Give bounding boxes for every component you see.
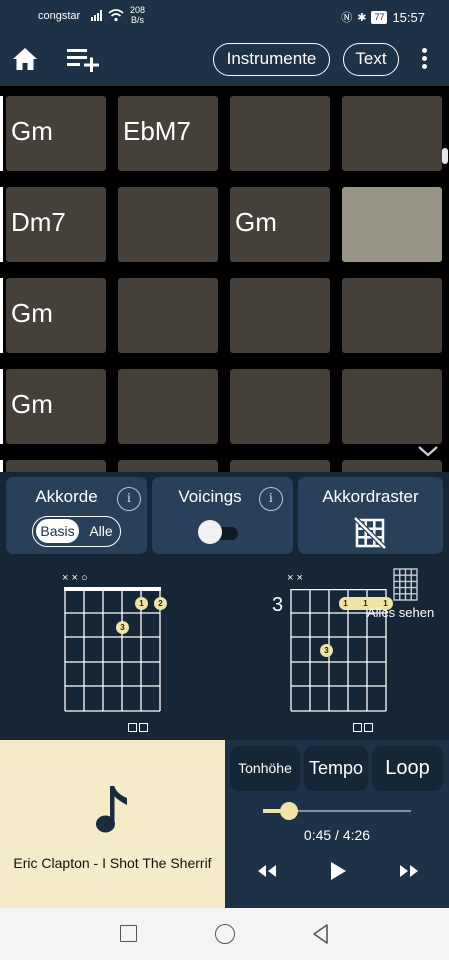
bluetooth-icon: ✱ xyxy=(357,11,367,24)
finger-dot: 1 xyxy=(339,597,352,610)
home-icon[interactable] xyxy=(12,47,38,71)
network-speed: 208 B/s xyxy=(130,5,145,25)
voicing-pager[interactable] xyxy=(128,723,150,735)
tempo-button[interactable]: Tempo xyxy=(304,746,368,791)
row-marker xyxy=(0,187,3,262)
chord-diagrams-panel: × × ○ 1 2 3 × × 3 1 1 1 3 Alles sehen xyxy=(0,560,449,740)
status-bar: congstar 208 B/s Ⓝ ✱ 77 15:57 xyxy=(0,0,449,34)
chord-diagram-left[interactable] xyxy=(63,587,163,713)
voicing-pager[interactable] xyxy=(353,723,375,735)
chord-cell[interactable] xyxy=(342,278,442,353)
signal-icon xyxy=(91,10,102,21)
info-icon[interactable]: i xyxy=(259,487,283,511)
chord-cell[interactable]: Gm xyxy=(6,278,106,353)
chord-cell[interactable]: Gm xyxy=(6,96,106,171)
chord-cell[interactable] xyxy=(118,278,218,353)
play-icon[interactable] xyxy=(329,861,347,881)
row-marker xyxy=(0,369,3,444)
chord-cell[interactable]: Dm7 xyxy=(6,187,106,262)
battery-icon: 77 xyxy=(371,10,388,24)
network-speed-value: 208 xyxy=(130,5,146,15)
row-marker xyxy=(0,278,3,353)
chord-cell[interactable] xyxy=(118,369,218,444)
finger-dot: 2 xyxy=(154,597,167,610)
fret-number: 3 xyxy=(272,594,284,616)
finger-dot: 3 xyxy=(320,644,333,657)
rewind-icon[interactable] xyxy=(256,864,278,878)
clock: 15:57 xyxy=(392,9,425,25)
player-panel: Tonhöhe Tempo Loop 0:45 / 4:26 xyxy=(225,740,449,908)
chord-cell[interactable] xyxy=(342,96,442,171)
chord-grid-title: Akkordraster xyxy=(322,487,419,506)
more-menu-icon[interactable] xyxy=(418,48,430,72)
toolbar: Instrumente Text xyxy=(0,34,449,86)
system-nav-bar xyxy=(0,908,449,960)
chord-cell[interactable] xyxy=(342,369,442,444)
info-icon[interactable]: i xyxy=(117,487,141,511)
loop-button[interactable]: Loop xyxy=(372,746,443,791)
open-string-markers: × × xyxy=(287,572,303,584)
voicings-toggle[interactable] xyxy=(198,520,239,544)
wifi-icon xyxy=(108,9,124,22)
carrier-name: congstar xyxy=(38,10,81,22)
seek-thumb[interactable] xyxy=(280,802,298,820)
voicings-control: Voicings i xyxy=(152,477,293,554)
chord-cell[interactable]: Gm xyxy=(230,187,330,262)
chord-cell[interactable] xyxy=(6,460,106,472)
all-option[interactable]: Alle xyxy=(83,519,119,543)
playlist-add-icon[interactable] xyxy=(66,46,100,72)
song-title: Eric Clapton - I Shot The Sherrif xyxy=(13,855,212,871)
chord-cell[interactable] xyxy=(230,96,330,171)
music-note-icon xyxy=(96,786,127,833)
chord-cell[interactable] xyxy=(118,187,218,262)
chords-control: Akkorde i Basis Alle xyxy=(6,477,147,554)
chord-cell[interactable] xyxy=(230,369,330,444)
instruments-button[interactable]: Instrumente xyxy=(213,43,330,76)
back-icon[interactable] xyxy=(311,923,329,945)
chord-cell[interactable]: EbM7 xyxy=(118,96,218,171)
grid-off-icon[interactable] xyxy=(354,517,386,549)
chord-grid[interactable]: Gm EbM7 Dm7 Gm Gm Gm xyxy=(0,86,449,472)
chevron-down-icon[interactable] xyxy=(417,444,439,458)
scrollbar[interactable] xyxy=(442,148,448,164)
chord-cell-current[interactable] xyxy=(342,187,442,262)
time-display: 0:45 / 4:26 xyxy=(303,827,371,843)
fast-forward-icon[interactable] xyxy=(398,864,420,878)
home-nav-icon[interactable] xyxy=(215,924,235,944)
row-marker xyxy=(0,96,3,171)
chord-chart-icon[interactable] xyxy=(393,568,418,601)
finger-dot: 3 xyxy=(116,621,129,634)
chord-grid-control: Akkordraster xyxy=(298,477,443,554)
seek-slider[interactable] xyxy=(263,801,411,821)
chords-segmented-control[interactable]: Basis Alle xyxy=(32,516,121,547)
chord-cell[interactable] xyxy=(230,278,330,353)
see-all-link[interactable]: Alles sehen xyxy=(367,605,434,620)
chord-cell[interactable]: Gm xyxy=(6,369,106,444)
finger-dot: 1 xyxy=(135,597,148,610)
recent-apps-icon[interactable] xyxy=(120,925,137,942)
open-string-markers: × × ○ xyxy=(62,572,88,584)
chord-cell[interactable] xyxy=(230,460,330,472)
chord-cell[interactable] xyxy=(342,460,442,472)
nfc-icon: Ⓝ xyxy=(341,12,353,24)
row-marker xyxy=(0,460,3,472)
pitch-button[interactable]: Tonhöhe xyxy=(230,746,300,791)
text-button[interactable]: Text xyxy=(343,43,399,76)
controls-panel: Akkorde i Basis Alle Voicings i Akkordra… xyxy=(0,472,449,560)
network-speed-unit: B/s xyxy=(131,15,145,25)
song-info-panel[interactable]: Eric Clapton - I Shot The Sherrif xyxy=(0,740,225,908)
basic-option[interactable]: Basis xyxy=(36,519,79,543)
chord-cell[interactable] xyxy=(118,460,218,472)
